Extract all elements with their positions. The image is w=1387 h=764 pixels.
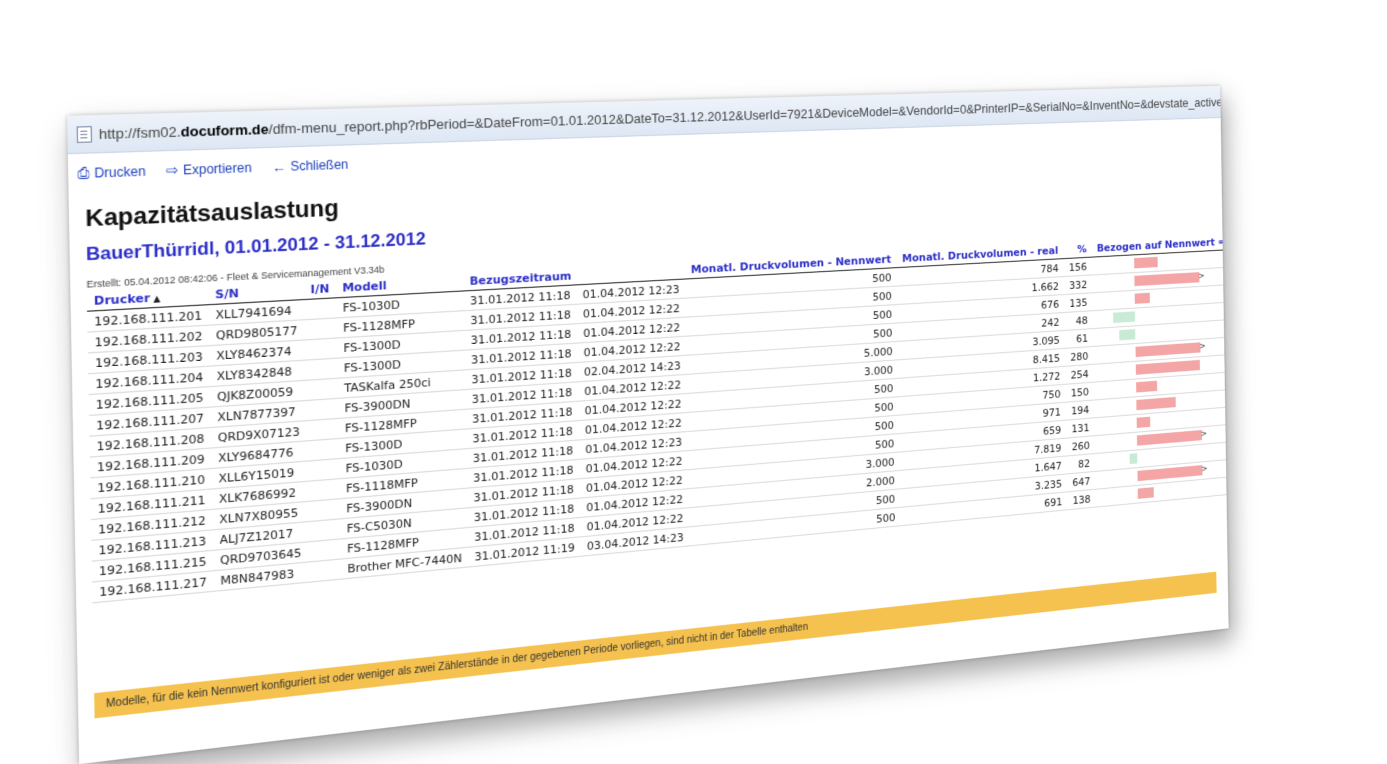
printer-icon: ⎙: [77, 165, 89, 183]
cell-percent: 138: [1067, 489, 1096, 510]
usage-bar: [1130, 453, 1138, 464]
usage-bar: [1137, 397, 1176, 410]
cell-inv: [309, 559, 341, 582]
cell-percent: 156: [1064, 257, 1093, 276]
cell-inv: [307, 479, 339, 502]
cell-inv: [306, 418, 338, 440]
print-label: Drucken: [94, 164, 146, 181]
cell-percent: 332: [1064, 275, 1093, 295]
export-icon: ⇨: [166, 162, 179, 180]
report-page: http://fsm02. docuform.de/dfm-menu_report…: [67, 86, 1229, 764]
usage-bar: [1137, 417, 1150, 428]
usage-bar: [1134, 257, 1158, 269]
cell-inv: [305, 338, 337, 360]
capacity-table: Drucker ▲ S/N I/N Modell Bezugszeitraum M…: [87, 232, 1229, 603]
cell-inv: [305, 358, 337, 380]
cell-percent: 61: [1065, 329, 1094, 349]
cell-percent: 48: [1064, 311, 1093, 331]
page-icon: [77, 126, 92, 143]
cell-inv: [306, 398, 338, 420]
url-prefix: http://fsm02.: [99, 123, 181, 142]
overflow-arrow-icon: >: [1201, 430, 1207, 440]
url-host: docuform.de: [181, 121, 269, 140]
cell-percent: 194: [1066, 400, 1095, 420]
usage-bar: >: [1135, 272, 1200, 286]
close-label: Schließen: [290, 157, 348, 174]
cell-percent: 280: [1065, 346, 1094, 366]
usage-bar: [1138, 487, 1154, 499]
cell-inv: [308, 499, 340, 522]
export-button[interactable]: ⇨ Exportieren: [166, 159, 252, 179]
cell-percent: 254: [1065, 364, 1094, 384]
cell-percent: 150: [1066, 382, 1095, 402]
sort-up-icon: ▲: [153, 294, 160, 304]
arrow-left-icon: ←: [271, 159, 286, 176]
usage-bar: [1113, 311, 1135, 323]
usage-bar: [1136, 381, 1157, 393]
usage-bar: [1136, 360, 1200, 375]
usage-bar: >: [1137, 430, 1202, 446]
cell-inv: [304, 298, 336, 320]
usage-bar: >: [1138, 465, 1203, 481]
usage-bar: [1119, 329, 1136, 340]
overflow-arrow-icon: >: [1198, 272, 1204, 282]
col-inv[interactable]: I/N: [304, 279, 336, 299]
usage-bar: >: [1136, 342, 1201, 357]
cell-percent: 135: [1064, 293, 1093, 313]
col-percent[interactable]: %: [1063, 241, 1092, 259]
overflow-arrow-icon: >: [1201, 465, 1207, 475]
export-label: Exportieren: [183, 160, 252, 177]
notice-banner: Modelle, für die kein Nennwert konfiguri…: [94, 572, 1216, 719]
cell-inv: [307, 459, 339, 482]
usage-bar: [1135, 293, 1150, 304]
cell-inv: [304, 318, 336, 340]
cell-inv: [306, 378, 338, 400]
print-button[interactable]: ⎙ Drucken: [77, 163, 145, 183]
cell-inv: [307, 439, 339, 462]
overflow-arrow-icon: >: [1199, 342, 1205, 352]
close-button[interactable]: ← Schließen: [271, 156, 348, 176]
